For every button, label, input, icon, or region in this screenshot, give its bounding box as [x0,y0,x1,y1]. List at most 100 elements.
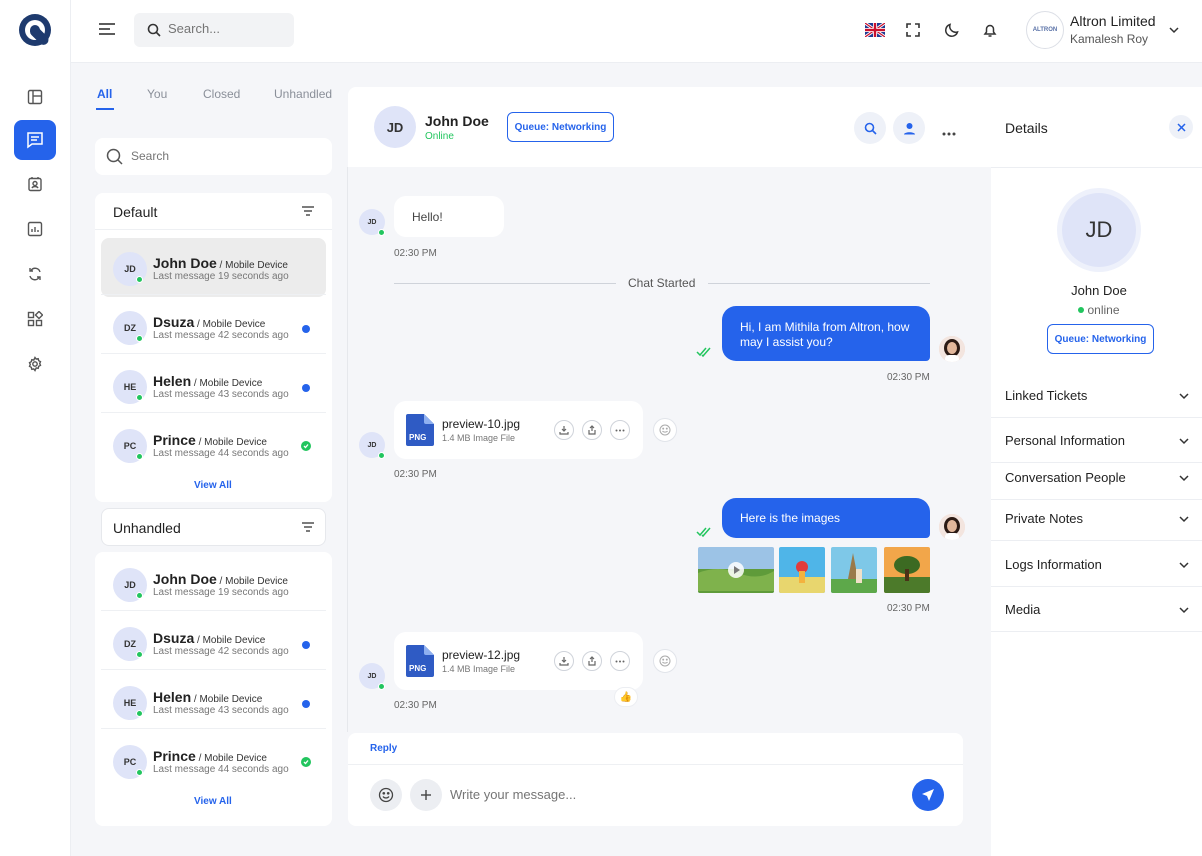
layout-icon[interactable] [14,77,56,117]
accordion-conversation-people[interactable]: Conversation People [991,455,1202,500]
details-status: online [991,303,1202,317]
tab-you[interactable]: You [147,87,167,101]
view-all-unhandled[interactable]: View All [194,796,232,807]
image-thumbnail[interactable] [831,547,877,593]
emoji-react-icon[interactable] [653,418,677,442]
report-icon[interactable] [14,209,56,249]
more-icon[interactable] [942,125,956,139]
video-thumbnail[interactable] [698,547,774,593]
unread-dot [302,384,310,392]
image-thumbnail[interactable] [884,547,930,593]
queue-button[interactable]: Queue: Networking [1047,324,1154,354]
close-icon[interactable] [1169,115,1193,139]
top-bar: ALTRON Altron Limited Kamalesh Roy [71,0,1202,63]
more-icon[interactable] [610,651,630,671]
conversation-item[interactable]: DZ Dsuza / Mobile Device Last message 42… [101,297,326,356]
file-badge: PNG [409,433,427,442]
chevron-down-icon [1179,607,1189,614]
menu-icon[interactable] [98,20,116,38]
global-search-input[interactable] [168,21,286,36]
queue-button[interactable]: Queue: Networking [507,112,614,142]
contact-name: John Doe [153,255,217,271]
accordion-label: Media [1005,602,1041,617]
last-message-time: Last message 43 seconds ago [153,389,289,400]
reply-label[interactable]: Reply [370,743,397,754]
divider [991,167,1202,168]
message-text: Hello! [412,210,443,224]
device-label: / Mobile Device [194,319,266,330]
chevron-down-icon [1179,516,1189,523]
uk-flag-icon[interactable] [865,20,885,40]
sync-icon[interactable] [14,254,56,294]
file-size: 1.4 MB Image File [442,664,516,674]
conversation-item[interactable]: PC Prince / Mobile Device Last message 4… [101,415,326,474]
conversation-item[interactable]: HE Helen / Mobile Device Last message 43… [101,356,326,415]
app-logo[interactable] [17,12,53,48]
accordion-private-notes[interactable]: Private Notes [991,496,1202,541]
accordion-label: Logs Information [1005,557,1102,572]
gear-icon[interactable] [14,344,56,384]
accordion-label: Personal Information [1005,433,1125,448]
fullscreen-icon[interactable] [903,20,923,40]
emoji-react-icon[interactable] [653,649,677,673]
check-icon [301,441,311,451]
global-search[interactable] [134,13,294,47]
chevron-down-icon [1179,475,1189,482]
filter-icon[interactable] [301,205,315,220]
chat-started-label: Chat Started [628,276,696,290]
conversation-name: Helen / Mobile Device [153,689,262,705]
share-icon[interactable] [582,420,602,440]
contact-name: Prince [153,432,196,448]
message-bubble-incoming: Hello! [394,196,504,237]
download-icon[interactable] [554,651,574,671]
conversation-item[interactable]: JD John Doe / Mobile Device Last message… [101,238,326,297]
user-icon[interactable] [893,112,925,144]
image-thumbnail[interactable] [779,547,825,593]
conversation-item[interactable]: JD John Doe / Mobile Device Last message… [101,554,326,613]
tab-closed[interactable]: Closed [203,87,240,101]
more-icon[interactable] [610,420,630,440]
company-avatar[interactable]: ALTRON [1026,11,1064,49]
check-icon [301,757,311,767]
search-icon[interactable] [854,112,886,144]
contacts-icon[interactable] [14,164,56,204]
emoji-icon[interactable] [370,779,402,811]
details-title: Details [1005,120,1048,136]
tab-all[interactable]: All [97,87,112,101]
contact-name: Helen [153,373,192,389]
share-icon[interactable] [582,651,602,671]
chevron-down-icon[interactable] [1168,24,1180,39]
file-message: PNG preview-12.jpg 1.4 MB Image File [394,632,643,690]
conversation-item[interactable]: PC Prince / Mobile Device Last message 4… [101,731,326,790]
accordion-media[interactable]: Media [991,587,1202,632]
bell-icon[interactable] [980,20,1000,40]
view-all-default[interactable]: View All [194,480,232,491]
tab-unhandled[interactable]: Unhandled [274,87,332,101]
chat-divider [347,167,348,732]
message-text: Hi, I am Mithila from Altron, how may I … [740,320,910,349]
message-bubble-outgoing: Here is the images [722,498,930,538]
send-button[interactable] [912,779,944,811]
device-label: / Mobile Device [191,378,263,389]
conversation-search-input[interactable] [131,149,311,163]
message-input[interactable] [450,787,870,802]
search-icon [147,23,161,37]
chat-icon[interactable] [14,120,56,160]
file-size: 1.4 MB Image File [442,433,516,443]
accordion-linked-tickets[interactable]: Linked Tickets [991,373,1202,418]
dark-mode-icon[interactable] [942,20,962,40]
contact-name: Dsuza [153,630,195,646]
accordion-logs-information[interactable]: Logs Information [991,542,1202,587]
online-dot [378,683,385,690]
reaction-badge[interactable]: 👍 [614,687,638,707]
apps-icon[interactable] [14,299,56,339]
download-icon[interactable] [554,420,574,440]
conversation-search[interactable] [95,138,332,175]
conversation-item[interactable]: HE Helen / Mobile Device Last message 43… [101,672,326,731]
conversation-item[interactable]: DZ Dsuza / Mobile Device Last message 42… [101,613,326,672]
plus-icon[interactable] [410,779,442,811]
message-time: 02:30 PM [394,469,437,480]
device-label: / Mobile Device [195,753,267,764]
filter-icon[interactable] [301,521,315,536]
details-name: John Doe [1071,283,1127,298]
